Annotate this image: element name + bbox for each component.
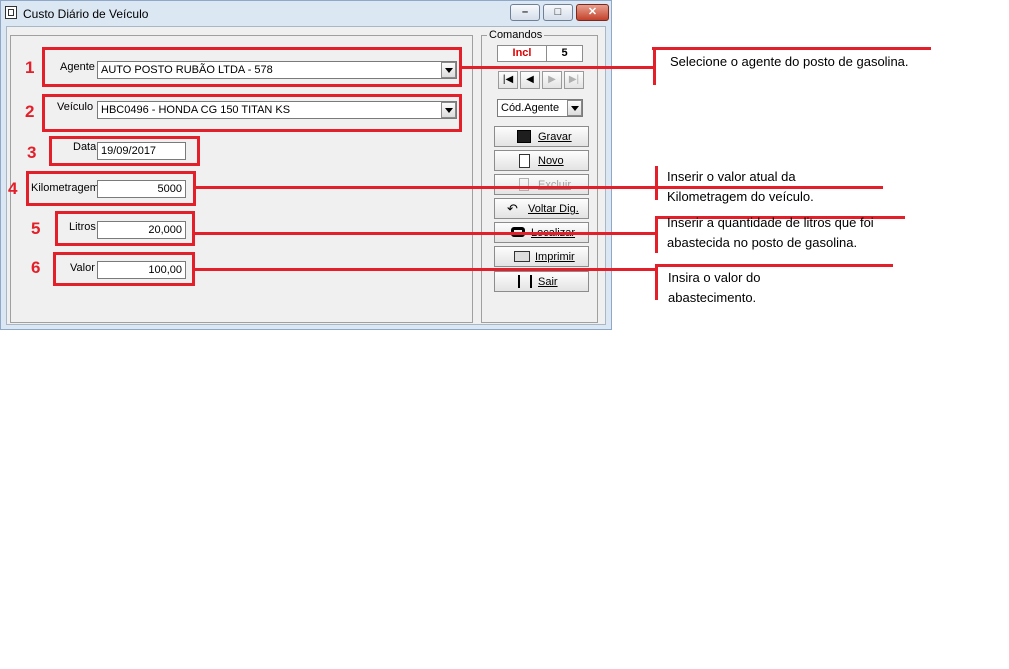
note-valor-line1: Insira o valor do xyxy=(668,270,761,285)
new-document-icon xyxy=(519,154,530,168)
record-count: 5 xyxy=(561,47,568,59)
previous-record-button[interactable]: ◀ xyxy=(520,71,540,89)
callout-number-2: 2 xyxy=(25,102,35,121)
save-icon xyxy=(517,130,531,143)
note-kilometragem-line2: Kilometragem do veículo. xyxy=(667,189,814,204)
sair-button[interactable]: Sair xyxy=(494,271,589,292)
window-title: Custo Diário de Veículo xyxy=(23,7,149,21)
gravar-label: Gravar xyxy=(538,131,572,143)
voltar-button[interactable]: ↶ Voltar Dig. xyxy=(494,198,589,219)
comandos-legend: Comandos xyxy=(487,29,545,41)
order-dropdown-icon[interactable] xyxy=(567,100,582,116)
imprimir-button[interactable]: Imprimir xyxy=(494,246,589,267)
callout-number-5: 5 xyxy=(31,219,41,238)
excluir-label: Excluir xyxy=(538,179,572,191)
sair-label: Sair xyxy=(538,276,558,288)
connector-line-6 xyxy=(195,268,657,271)
novo-label: Novo xyxy=(538,155,564,167)
callout-number-4: 4 xyxy=(8,179,18,198)
voltar-label: Voltar Dig. xyxy=(528,203,579,215)
imprimir-label: Imprimir xyxy=(535,251,575,263)
note-bracket-5 xyxy=(655,216,658,253)
callout-box-agente xyxy=(42,47,462,87)
note-valor-line2: abastecimento. xyxy=(668,290,757,305)
note-bracket-4 xyxy=(655,166,658,200)
gravar-button[interactable]: Gravar xyxy=(494,126,589,147)
close-button[interactable]: ✕ xyxy=(576,4,609,21)
connector-line-5 xyxy=(195,232,657,235)
connector-line-1 xyxy=(460,66,656,69)
trash-icon xyxy=(519,178,529,191)
callout-box-veiculo xyxy=(42,94,462,132)
callout-number-6: 6 xyxy=(31,258,41,277)
exit-door-icon xyxy=(518,275,532,288)
printer-icon xyxy=(514,251,530,262)
note-litros-line2: abastecida no posto de gasolina. xyxy=(667,235,858,250)
close-icon: ✕ xyxy=(587,6,598,18)
note-underline-1 xyxy=(652,47,931,50)
callout-box-data xyxy=(49,136,200,166)
note-agente: Selecione o agente do posto de gasolina. xyxy=(670,54,909,69)
callout-box-valor xyxy=(53,252,195,286)
minimize-icon: – xyxy=(521,6,529,18)
minimize-button[interactable]: – xyxy=(510,4,540,21)
note-kilometragem-line1: Inserir o valor atual da xyxy=(667,169,796,184)
mode-indicator: Incl xyxy=(498,46,547,61)
last-record-button[interactable]: ▶| xyxy=(564,71,584,89)
first-record-button[interactable]: |◀ xyxy=(498,71,518,89)
maximize-icon: □ xyxy=(554,6,562,18)
maximize-button[interactable]: □ xyxy=(543,4,573,21)
callout-number-1: 1 xyxy=(25,58,35,77)
callout-box-kilometragem xyxy=(26,171,196,206)
status-box: Incl 5 xyxy=(497,45,583,62)
note-litros-line1: Inserir a quantidade de litros que foi xyxy=(667,215,874,230)
callout-number-3: 3 xyxy=(27,143,37,162)
app-icon xyxy=(5,6,17,19)
undo-icon: ↶ xyxy=(507,201,518,216)
title-bar: Custo Diário de Veículo – □ ✕ xyxy=(1,1,611,26)
next-record-button[interactable]: ▶ xyxy=(542,71,562,89)
callout-box-litros xyxy=(55,211,195,246)
note-bracket-1 xyxy=(653,48,656,85)
excluir-button[interactable]: Excluir xyxy=(494,174,589,195)
note-underline-6 xyxy=(655,264,893,267)
novo-button[interactable]: Novo xyxy=(494,150,589,171)
note-bracket-6 xyxy=(655,264,658,300)
